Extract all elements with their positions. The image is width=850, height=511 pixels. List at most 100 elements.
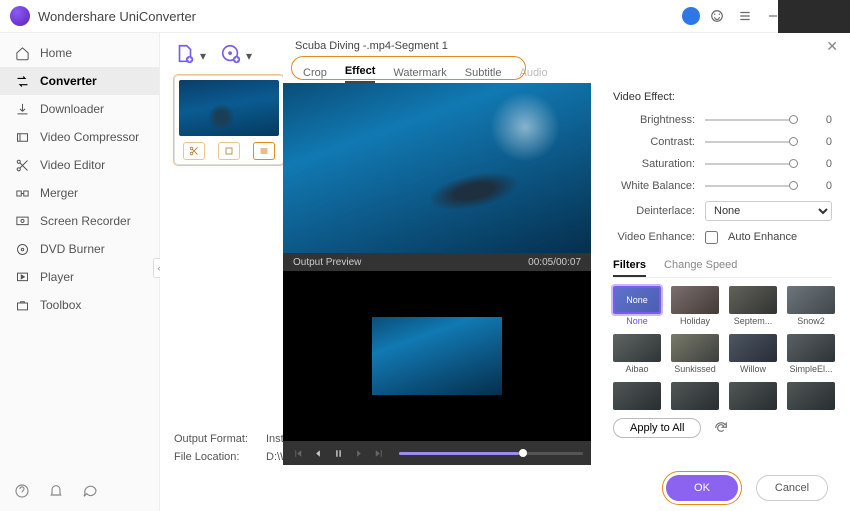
white-balance-slider[interactable] bbox=[705, 185, 798, 187]
sidebar-item-label: Home bbox=[40, 46, 72, 60]
saturation-label: Saturation: bbox=[613, 158, 695, 170]
sidebar: Home Converter Downloader Video Compress… bbox=[0, 33, 160, 511]
disc-icon bbox=[14, 241, 30, 257]
converter-icon bbox=[14, 73, 30, 89]
menu-icon[interactable] bbox=[734, 5, 756, 27]
filter-simple[interactable]: SimpleEl... bbox=[787, 334, 835, 374]
contrast-slider[interactable] bbox=[705, 141, 798, 143]
filter-extra-4[interactable] bbox=[787, 382, 835, 410]
sidebar-item-recorder[interactable]: Screen Recorder bbox=[0, 207, 159, 235]
merge-icon bbox=[14, 185, 30, 201]
sidebar-item-label: Player bbox=[40, 270, 74, 284]
ok-button[interactable]: OK bbox=[666, 475, 738, 501]
effect-button[interactable] bbox=[253, 142, 275, 160]
saturation-slider[interactable] bbox=[705, 163, 798, 165]
add-dvd-button[interactable]: ▾ bbox=[220, 43, 244, 67]
cancel-button[interactable]: Cancel bbox=[756, 475, 828, 501]
time-display: 00:05/00:07 bbox=[528, 257, 581, 268]
sidebar-item-compressor[interactable]: Video Compressor bbox=[0, 123, 159, 151]
deinterlace-select[interactable]: None bbox=[705, 201, 832, 221]
sidebar-item-toolbox[interactable]: Toolbox bbox=[0, 291, 159, 319]
contrast-value: 0 bbox=[808, 136, 832, 148]
subtab-filters[interactable]: Filters bbox=[613, 255, 646, 277]
brightness-slider[interactable] bbox=[705, 119, 798, 121]
filter-snow2[interactable]: Snow2 bbox=[787, 286, 835, 326]
sidebar-item-editor[interactable]: Video Editor bbox=[0, 151, 159, 179]
download-icon bbox=[14, 101, 30, 117]
filter-willow[interactable]: Willow bbox=[729, 334, 777, 374]
sidebar-item-player[interactable]: Player bbox=[0, 263, 159, 291]
filter-aibao[interactable]: Aibao bbox=[613, 334, 661, 374]
auto-enhance-checkbox[interactable] bbox=[705, 231, 718, 244]
brightness-value: 0 bbox=[808, 114, 832, 126]
sidebar-item-label: Toolbox bbox=[40, 298, 81, 312]
sidebar-item-home[interactable]: Home bbox=[0, 39, 159, 67]
seek-track[interactable] bbox=[399, 452, 583, 455]
source-preview bbox=[283, 83, 591, 253]
tab-subtitle[interactable]: Subtitle bbox=[465, 67, 502, 83]
sidebar-item-label: Merger bbox=[40, 186, 78, 200]
tab-effect[interactable]: Effect bbox=[345, 65, 376, 83]
add-file-button[interactable]: ▾ bbox=[174, 43, 198, 67]
step-back-icon[interactable] bbox=[311, 446, 325, 460]
feedback-icon[interactable] bbox=[82, 483, 98, 499]
white-balance-value: 0 bbox=[808, 180, 832, 192]
titlebar: Wondershare UniConverter bbox=[0, 0, 850, 33]
output-format-label: Output Format: bbox=[174, 433, 254, 445]
sidebar-item-merger[interactable]: Merger bbox=[0, 179, 159, 207]
sidebar-item-label: Downloader bbox=[40, 102, 104, 116]
output-preview bbox=[283, 271, 591, 441]
bell-icon[interactable] bbox=[48, 483, 64, 499]
pause-icon[interactable] bbox=[331, 446, 345, 460]
filter-extra-2[interactable] bbox=[671, 382, 719, 410]
help-icon[interactable] bbox=[14, 483, 30, 499]
video-effect-head: Video Effect: bbox=[613, 91, 832, 103]
auto-enhance-text: Auto Enhance bbox=[728, 231, 797, 243]
dialog-tabs: Crop Effect Watermark Subtitle Audio bbox=[283, 59, 850, 83]
trim-button[interactable] bbox=[183, 142, 205, 160]
contrast-label: Contrast: bbox=[613, 136, 695, 148]
filter-september[interactable]: Septem... bbox=[729, 286, 777, 326]
support-icon[interactable] bbox=[706, 5, 728, 27]
sidebar-item-downloader[interactable]: Downloader bbox=[0, 95, 159, 123]
app-title: Wondershare UniConverter bbox=[38, 9, 196, 24]
filter-grid: NoneNone Holiday Septem... Snow2 Aibao S… bbox=[613, 286, 832, 410]
record-icon bbox=[14, 213, 30, 229]
reset-icon[interactable] bbox=[713, 420, 729, 436]
sidebar-item-label: Screen Recorder bbox=[40, 214, 131, 228]
apply-to-all-button[interactable]: Apply to All bbox=[613, 418, 701, 438]
subtab-speed[interactable]: Change Speed bbox=[664, 255, 737, 277]
next-frame-icon[interactable] bbox=[371, 446, 385, 460]
step-fwd-icon[interactable] bbox=[351, 446, 365, 460]
play-icon bbox=[14, 269, 30, 285]
playback-bar bbox=[283, 441, 591, 465]
video-item[interactable] bbox=[174, 75, 284, 165]
sidebar-item-label: Video Editor bbox=[40, 158, 105, 172]
sidebar-item-converter[interactable]: Converter bbox=[0, 67, 159, 95]
toolbox-icon bbox=[14, 297, 30, 313]
app-logo bbox=[10, 6, 30, 26]
crop-button[interactable] bbox=[218, 142, 240, 160]
close-dialog-icon[interactable]: ✕ bbox=[826, 38, 838, 55]
output-preview-label: Output Preview bbox=[293, 257, 361, 268]
prev-frame-icon[interactable] bbox=[291, 446, 305, 460]
brightness-label: Brightness: bbox=[613, 114, 695, 126]
filter-none[interactable]: NoneNone bbox=[613, 286, 661, 326]
tab-audio[interactable]: Audio bbox=[519, 67, 547, 83]
sidebar-item-label: DVD Burner bbox=[40, 242, 105, 256]
tab-watermark[interactable]: Watermark bbox=[393, 67, 446, 83]
tab-crop[interactable]: Crop bbox=[303, 67, 327, 83]
account-icon[interactable] bbox=[682, 7, 700, 25]
compress-icon bbox=[14, 129, 30, 145]
filter-extra-1[interactable] bbox=[613, 382, 661, 410]
filter-extra-3[interactable] bbox=[729, 382, 777, 410]
sidebar-item-label: Video Compressor bbox=[40, 130, 139, 144]
file-location-label: File Location: bbox=[174, 451, 254, 463]
filter-holiday[interactable]: Holiday bbox=[671, 286, 719, 326]
sidebar-item-dvd[interactable]: DVD Burner bbox=[0, 235, 159, 263]
deinterlace-label: Deinterlace: bbox=[613, 205, 695, 217]
filter-sunkissed[interactable]: Sunkissed bbox=[671, 334, 719, 374]
dialog-title: Scuba Diving -.mp4-Segment 1 bbox=[295, 40, 448, 52]
scissors-icon bbox=[14, 157, 30, 173]
decorative-block bbox=[778, 0, 850, 33]
